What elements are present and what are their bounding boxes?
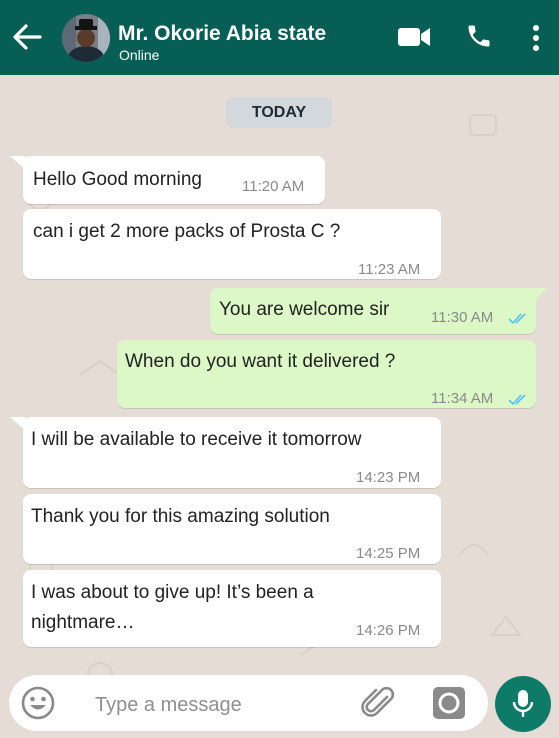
message-time: 11:34 AM <box>431 390 494 407</box>
video-call-icon[interactable] <box>397 26 431 48</box>
chat-header: Mr. Okorie Abia state Online <box>0 0 559 75</box>
contact-name[interactable]: Mr. Okorie Abia state <box>118 22 330 46</box>
message-bubble-incoming[interactable]: I was about to give up! It’s been a nigh… <box>23 570 441 647</box>
message-text: Hello Good morning <box>33 169 202 190</box>
message-time: 14:26 PM <box>356 622 421 639</box>
date-divider: TODAY <box>226 97 332 128</box>
message-bubble-incoming[interactable]: can i get 2 more packs of Prosta C ? 11:… <box>23 209 441 279</box>
contact-status: Online <box>119 47 160 63</box>
message-time: 11:20 AM <box>242 178 305 195</box>
bubble-tail <box>533 288 547 302</box>
message-input[interactable]: Type a message <box>95 694 242 717</box>
phone-call-icon[interactable] <box>465 22 493 50</box>
contact-avatar[interactable] <box>62 14 110 62</box>
chat-screen: Mr. Okorie Abia state Online TODAY Hello… <box>0 0 559 738</box>
message-bubble-incoming[interactable]: Thank you for this amazing solution 14:2… <box>23 494 441 564</box>
message-text: When do you want it delivered ? <box>125 351 396 372</box>
message-text-line-1: I was about to give up! It’s been a <box>31 582 314 603</box>
message-bubble-incoming[interactable]: Hello Good morning 11:20 AM <box>23 156 325 204</box>
read-ticks-icon <box>508 313 526 325</box>
message-bubble-outgoing[interactable]: You are welcome sir 11:30 AM <box>210 288 536 334</box>
read-ticks-icon <box>508 394 526 406</box>
more-options-icon[interactable] <box>530 24 542 52</box>
message-input-bar[interactable] <box>9 675 488 731</box>
attach-icon[interactable] <box>360 684 398 722</box>
mic-icon <box>512 690 534 717</box>
message-text: can i get 2 more packs of Prosta C ? <box>33 221 341 242</box>
voice-message-button[interactable] <box>495 676 551 732</box>
emoji-icon[interactable] <box>20 685 56 721</box>
message-time: 11:23 AM <box>358 261 421 278</box>
message-time: 11:30 AM <box>431 309 494 326</box>
message-bubble-incoming[interactable]: I will be available to receive it tomorr… <box>23 417 441 488</box>
message-time: 14:23 PM <box>356 469 421 486</box>
message-text-line-2: nightmare… <box>31 612 135 633</box>
message-text: Thank you for this amazing solution <box>31 506 330 527</box>
message-text: You are welcome sir <box>219 299 390 320</box>
back-arrow-icon[interactable] <box>8 19 44 55</box>
camera-icon[interactable] <box>432 686 466 720</box>
message-bubble-outgoing[interactable]: When do you want it delivered ? 11:34 AM <box>117 340 536 408</box>
message-text: I will be available to receive it tomorr… <box>31 429 362 450</box>
message-time: 14:25 PM <box>356 545 421 562</box>
avatar-photo <box>62 14 110 62</box>
